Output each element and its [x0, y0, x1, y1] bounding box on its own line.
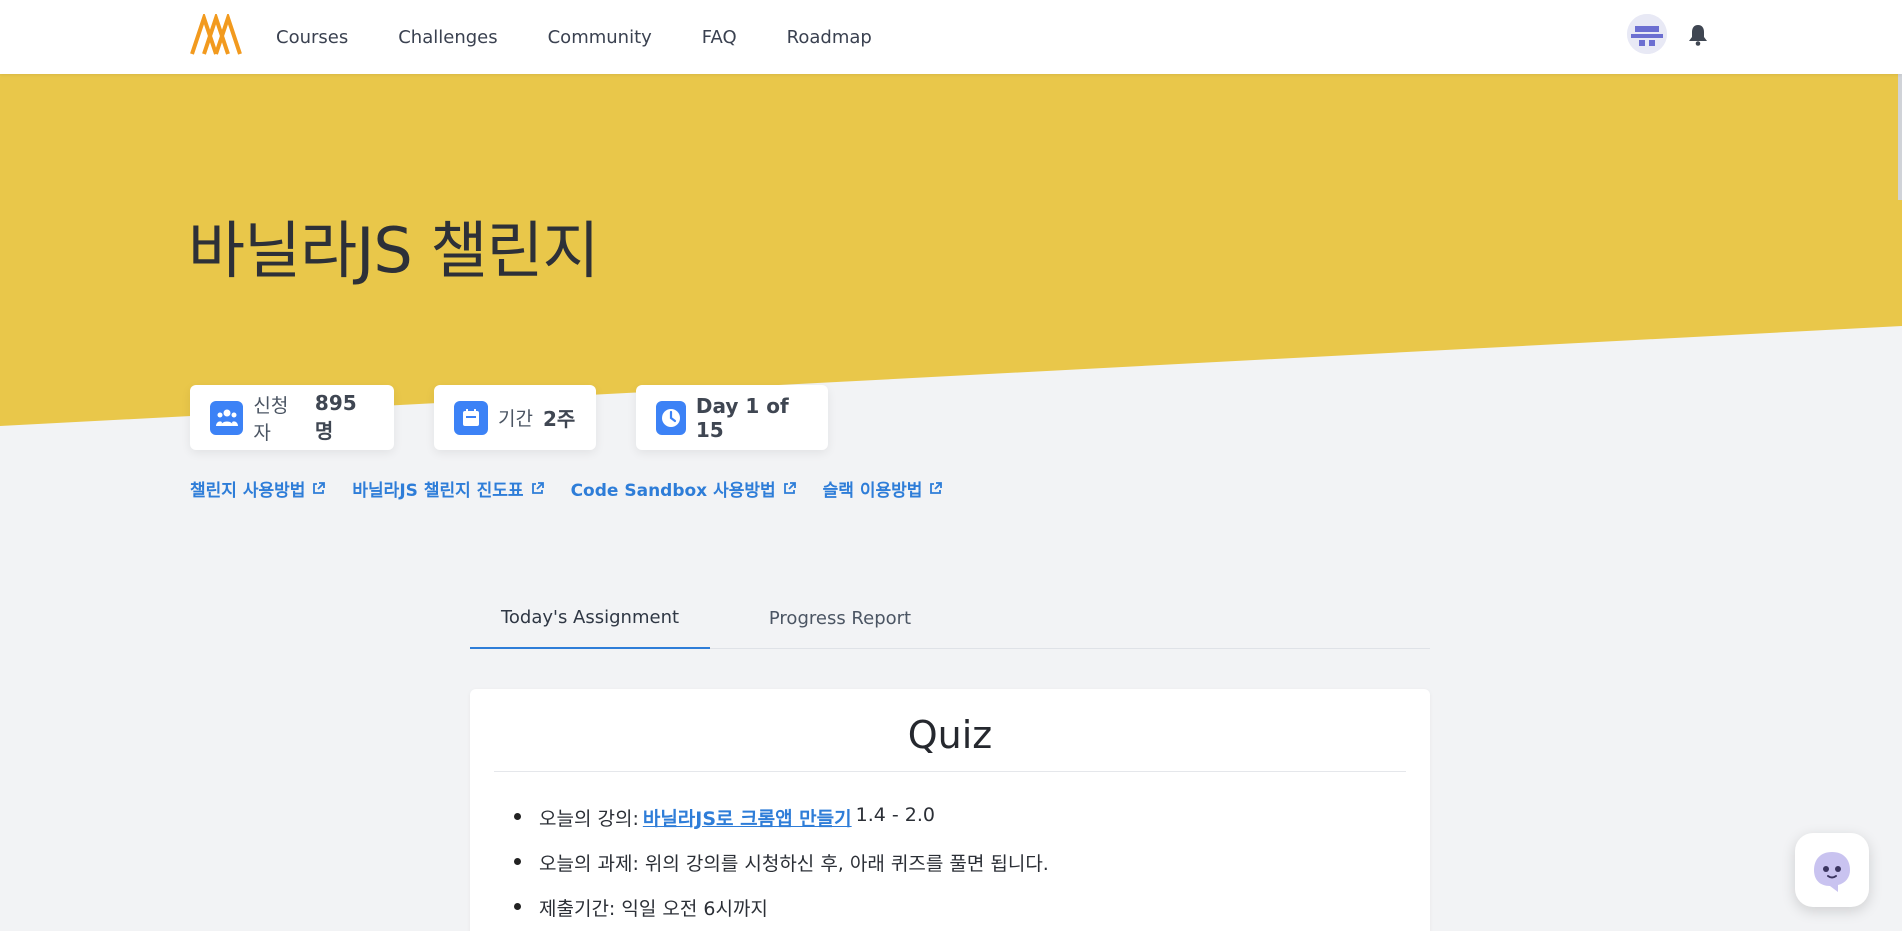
external-link-icon [930, 482, 943, 494]
nomad-logo-icon[interactable] [190, 14, 242, 56]
link-slack[interactable]: 슬랙 이용방법 [823, 476, 944, 501]
nav-links: Courses Challenges Community FAQ Roadmap [276, 0, 872, 74]
nav-challenges[interactable]: Challenges [398, 27, 497, 48]
quiz-title: Quiz [907, 713, 993, 757]
quiz-info-list: 오늘의 강의: 바닐라JS로 크롬앱 만들기 1.4 - 2.0 오늘의 과제:… [514, 804, 1049, 931]
quiz-card: Quiz 오늘의 강의: 바닐라JS로 크롬앱 만들기 1.4 - 2.0 오늘… [470, 689, 1430, 931]
duration-card: 기간 2주 [434, 385, 596, 450]
nav-faq[interactable]: FAQ [702, 27, 737, 48]
quiz-divider [494, 771, 1406, 772]
deadline-text: 제출기간: 익일 오전 6시까지 [539, 898, 768, 920]
page-title: 바닐라JS 챌린지 [188, 214, 600, 287]
nav-courses[interactable]: Courses [276, 27, 348, 48]
assignment-text: 오늘의 과제: 위의 강의를 시청하신 후, 아래 퀴즈를 풀면 됩니다. [539, 853, 1049, 875]
users-icon [210, 400, 244, 435]
applicants-card: 신청자 895명 [190, 385, 394, 450]
assignment-tabs: Today's Assignment Progress Report [470, 588, 1430, 649]
duration-label: 기간 [498, 408, 533, 430]
external-link-icon [531, 482, 544, 494]
day-progress-card: Day 1 of 15 [636, 385, 828, 450]
tab-progress-report[interactable]: Progress Report [740, 588, 940, 649]
tab-todays-assignment[interactable]: Today's Assignment [470, 588, 710, 649]
notification-bell-icon[interactable] [1688, 24, 1708, 46]
calendar-icon [454, 400, 488, 435]
link-how-to-use[interactable]: 챌린지 사용방법 [190, 476, 326, 501]
top-navbar: Courses Challenges Community FAQ Roadmap [0, 0, 1902, 74]
lecture-prefix: 오늘의 강의: [539, 808, 639, 830]
nav-roadmap[interactable]: Roadmap [787, 27, 872, 48]
link-schedule[interactable]: 바닐라JS 챌린지 진도표 [352, 476, 544, 501]
list-item: 제출기간: 익일 오전 6시까지 [514, 894, 1049, 931]
link-slack-label: 슬랙 이용방법 [822, 481, 923, 501]
external-link-icon [313, 482, 326, 494]
link-schedule-label: 바닐라JS 챌린지 진도표 [352, 481, 524, 501]
nav-community[interactable]: Community [548, 27, 652, 48]
lecture-link[interactable]: 바닐라JS로 크롬앱 만들기 [643, 804, 852, 831]
lecture-suffix: 1.4 - 2.0 [855, 804, 936, 826]
day-progress-value: Day 1 of 15 [695, 393, 789, 442]
duration-value: 2주 [542, 407, 576, 431]
link-how-to-use-label: 챌린지 사용방법 [190, 481, 306, 501]
external-link-icon [783, 482, 796, 494]
challenge-links: 챌린지 사용방법 바닐라JS 챌린지 진도표 Code Sandbox 사용방법… [190, 476, 943, 501]
list-item: 오늘의 과제: 위의 강의를 시청하신 후, 아래 퀴즈를 풀면 됩니다. [514, 849, 1049, 894]
applicants-value: 895명 [314, 391, 357, 443]
clock-icon [656, 400, 686, 435]
chat-support-button[interactable] [1795, 833, 1869, 907]
chat-bot-icon [1814, 852, 1850, 892]
applicants-label: 신청자 [253, 394, 289, 444]
list-item: 오늘의 강의: 바닐라JS로 크롬앱 만들기 1.4 - 2.0 [514, 804, 1049, 849]
link-code-sandbox-label: Code Sandbox 사용방법 [570, 481, 776, 501]
user-avatar[interactable] [1627, 14, 1667, 54]
link-code-sandbox[interactable]: Code Sandbox 사용방법 [571, 476, 797, 501]
